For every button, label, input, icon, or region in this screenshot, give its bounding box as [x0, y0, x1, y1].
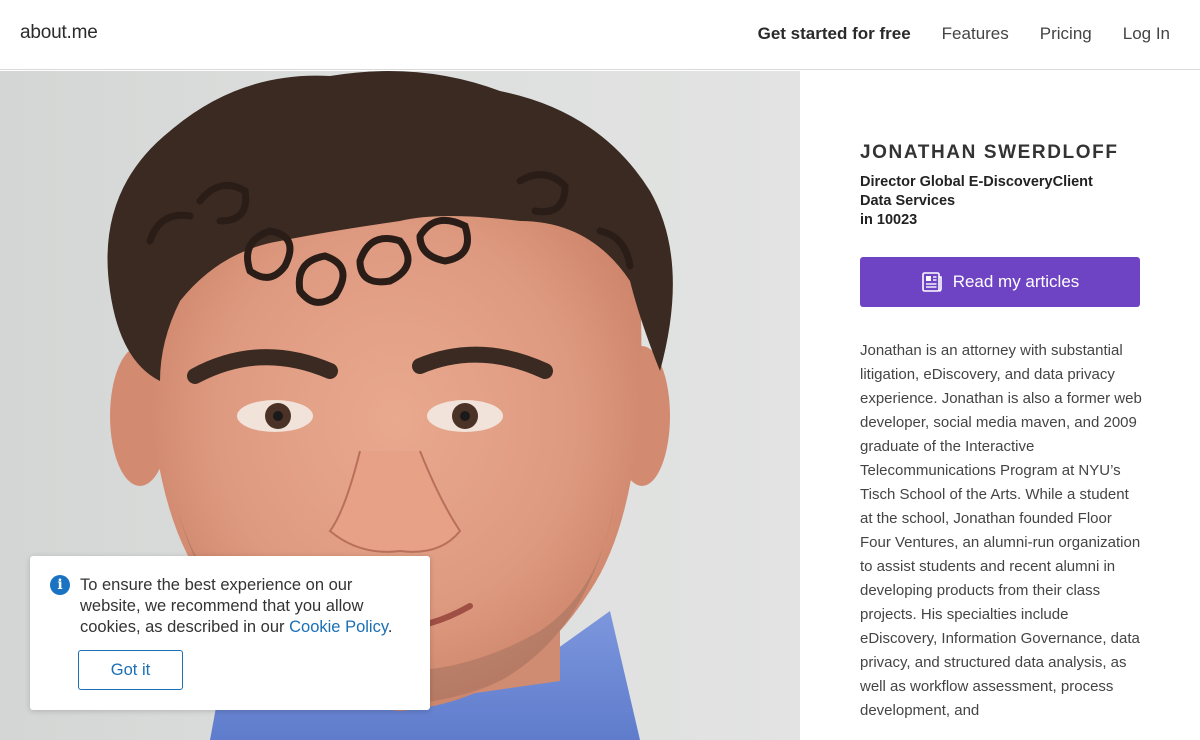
profile-headline: Director Global E-DiscoveryClient Data S… — [860, 173, 1120, 230]
newspaper-icon — [921, 271, 943, 293]
features-link[interactable]: Features — [942, 24, 1009, 44]
pricing-link[interactable]: Pricing — [1040, 24, 1092, 44]
cookie-consent-banner: i To ensure the best experience on our w… — [30, 556, 430, 710]
read-articles-label: Read my articles — [952, 272, 1080, 291]
got-it-button[interactable]: Got it — [78, 650, 183, 690]
headline-line-2: Data Services — [860, 193, 956, 209]
headline-line-1: Director Global E-DiscoveryClient — [860, 174, 1093, 190]
login-link[interactable]: Log In — [1123, 24, 1170, 44]
top-navigation-bar: about.me Get started for free Features P… — [0, 0, 1200, 70]
cookie-policy-link[interactable]: Cookie Policy — [289, 618, 388, 636]
info-icon: i — [50, 575, 70, 595]
site-logo[interactable]: about.me — [20, 22, 98, 44]
main-nav: Get started for free Features Pricing Lo… — [758, 24, 1170, 44]
cookie-message: To ensure the best experience on our web… — [80, 575, 415, 638]
profile-name: JONATHAN SWERDLOFF — [860, 142, 1119, 163]
cookie-message-end: . — [387, 618, 393, 636]
profile-panel: JONATHAN SWERDLOFF Director Global E-Dis… — [860, 142, 1150, 719]
headline-line-3: in 10023 — [860, 212, 918, 228]
profile-bio: Jonathan is an attorney with substantial… — [860, 342, 1142, 719]
read-articles-button[interactable]: Read my articles — [860, 257, 1140, 307]
get-started-link[interactable]: Get started for free — [758, 24, 911, 44]
